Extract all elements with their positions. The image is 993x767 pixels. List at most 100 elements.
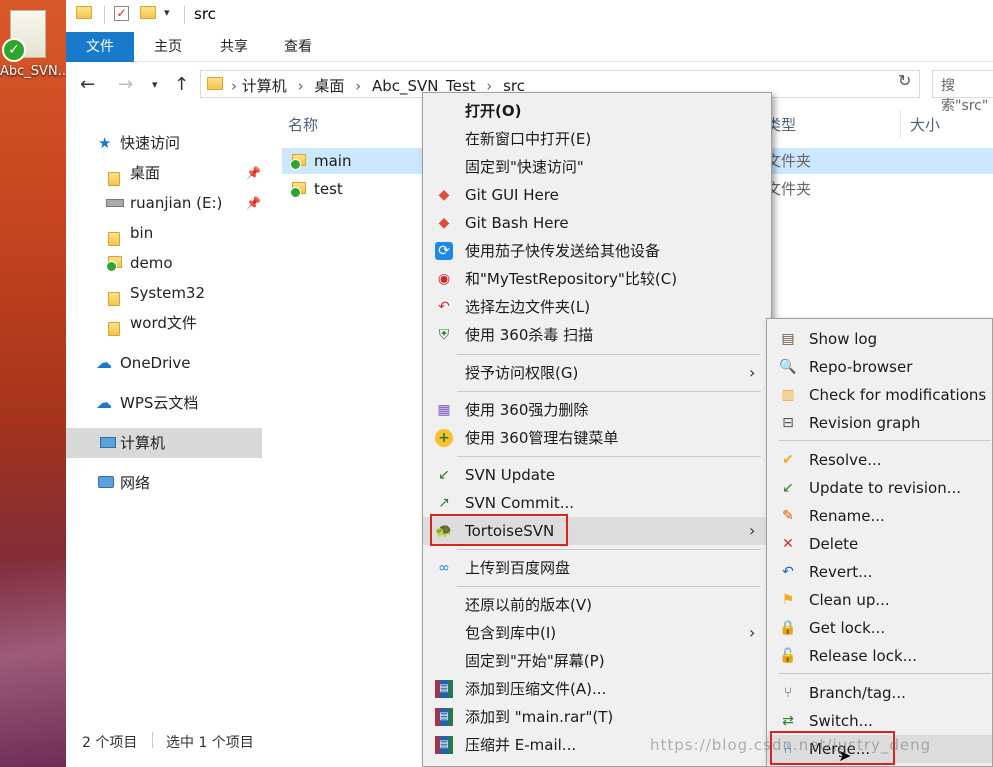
window-title: src: [194, 5, 216, 23]
up-arrow-icon[interactable]: ↑: [174, 74, 189, 95]
submenu-item-cleanup[interactable]: ⚑ Clean up...: [767, 586, 992, 614]
submenu-item-show-log[interactable]: ▤ Show log: [767, 325, 992, 353]
nav-item-bin[interactable]: bin: [66, 218, 262, 248]
column-header-name[interactable]: 名称: [288, 114, 318, 135]
menu-item-pin-start[interactable]: 固定到"开始"屏幕(P): [423, 647, 771, 675]
forward-arrow-icon[interactable]: →: [118, 74, 133, 95]
folder-icon: [76, 6, 94, 22]
back-arrow-icon[interactable]: ←: [80, 74, 95, 95]
item-count: 2 个项目: [82, 735, 138, 751]
selected-count: 选中 1 个项目: [166, 735, 254, 751]
context-menu: 打开(O) 在新窗口中打开(E) 固定到"快速访问" ◆ Git GUI Here…: [422, 92, 772, 767]
new-folder-icon[interactable]: [140, 6, 158, 22]
menu-separator: [457, 549, 761, 550]
menu-item-open[interactable]: 打开(O): [423, 97, 771, 125]
menu-item-qiezi-send[interactable]: ⟳ 使用茄子快传发送给其他设备: [423, 237, 771, 265]
desktop-background: ✓ Abc_SVN...: [0, 0, 66, 767]
menu-separator: [457, 391, 761, 392]
nav-item-desktop[interactable]: 桌面 📌: [66, 158, 262, 188]
properties-icon[interactable]: ✓: [114, 6, 129, 21]
delete-x-icon: ✕: [782, 536, 794, 552]
submenu-item-repo-browser[interactable]: 🔍 Repo-browser: [767, 353, 992, 381]
divider: [184, 6, 185, 24]
file-name: main: [314, 152, 352, 170]
drive-icon: [106, 199, 124, 207]
folder-icon: [108, 316, 124, 336]
menu-item-pin-quick-access[interactable]: 固定到"快速访问": [423, 153, 771, 181]
svn-commit-icon: ↗: [438, 495, 450, 511]
breadcrumb-desktop[interactable]: 桌面: [314, 77, 344, 95]
network-icon: [98, 476, 114, 488]
breadcrumb-computer[interactable]: 计算机: [242, 77, 287, 95]
column-header-size[interactable]: 大小: [910, 114, 940, 135]
nav-item-onedrive[interactable]: ☁ OneDrive: [66, 348, 262, 378]
menu-item-360-scan[interactable]: ⛨ 使用 360杀毒 扫描: [423, 321, 771, 349]
chevron-down-icon[interactable]: ▾: [164, 6, 182, 22]
recent-chevron-icon[interactable]: ▾: [152, 78, 158, 91]
desktop-icon-label: Abc_SVN...: [0, 64, 66, 79]
tab-share[interactable]: 共享: [212, 32, 256, 62]
submenu-item-resolve[interactable]: ✔ Resolve...: [767, 446, 992, 474]
menu-item-compare[interactable]: ◉ 和"MyTestRepository"比较(C): [423, 265, 771, 293]
cloud-icon: ☁: [96, 353, 112, 372]
submenu-item-rename[interactable]: ✎ Rename...: [767, 502, 992, 530]
menu-item-grant-access[interactable]: 授予访问权限(G) ›: [423, 359, 771, 387]
nav-item-demo[interactable]: demo: [66, 248, 262, 278]
menu-item-baidu-upload[interactable]: ∞ 上传到百度网盘: [423, 554, 771, 582]
menu-item-open-new-window[interactable]: 在新窗口中打开(E): [423, 125, 771, 153]
menu-item-include-library[interactable]: 包含到库中(I) ›: [423, 619, 771, 647]
submenu-item-update-revision[interactable]: ↙ Update to revision...: [767, 474, 992, 502]
desktop-svn-folder-icon[interactable]: ✓: [2, 4, 50, 62]
submenu-item-check-modifications[interactable]: ▥ Check for modifications: [767, 381, 992, 409]
submenu-item-release-lock[interactable]: 🔓 Release lock...: [767, 642, 992, 670]
pin-icon[interactable]: 📌: [246, 188, 261, 218]
menu-item-svn-commit[interactable]: ↗ SVN Commit...: [423, 489, 771, 517]
submenu-item-get-lock[interactable]: 🔒 Get lock...: [767, 614, 992, 642]
nav-item-quick-access[interactable]: ★ 快速访问: [66, 128, 262, 158]
divider: [152, 732, 153, 748]
submenu-item-delete[interactable]: ✕ Delete: [767, 530, 992, 558]
menu-item-select-left[interactable]: ↶ 选择左边文件夹(L): [423, 293, 771, 321]
menu-item-git-gui[interactable]: ◆ Git GUI Here: [423, 181, 771, 209]
menu-separator: [779, 673, 991, 674]
ribbon-tabs: 文件 主页 共享 查看: [66, 32, 993, 62]
folder-icon: [108, 286, 124, 306]
pin-icon[interactable]: 📌: [246, 158, 261, 188]
title-bar: ✓ ▾ src: [66, 0, 993, 32]
search-input[interactable]: 搜索"src": [932, 70, 993, 114]
baidu-cloud-icon: ∞: [438, 560, 450, 576]
chevron-right-icon: ›: [749, 363, 756, 382]
undo-icon: ↶: [438, 299, 450, 315]
menu-item-add-archive[interactable]: ▤ 添加到压缩文件(A)...: [423, 675, 771, 703]
submenu-item-revert[interactable]: ↶ Revert...: [767, 558, 992, 586]
nav-item-word[interactable]: word文件: [66, 308, 262, 338]
tab-view[interactable]: 查看: [276, 32, 320, 62]
cloud-outline-icon: ☁: [96, 393, 112, 412]
refresh-icon[interactable]: ↻: [898, 71, 911, 90]
nav-item-computer[interactable]: 计算机: [66, 428, 262, 458]
git-diamond-icon: ◆: [438, 187, 450, 203]
magnifier-icon: 🔍: [779, 359, 797, 375]
svn-update-icon: ↙: [438, 467, 450, 483]
submenu-item-revision-graph[interactable]: ⊟ Revision graph: [767, 409, 992, 437]
tab-file[interactable]: 文件: [66, 32, 134, 62]
svn-folder-icon: [106, 256, 124, 272]
highlight-box-tortoisesvn: [430, 514, 568, 546]
computer-icon: [100, 437, 116, 448]
winrar-icon: ▤: [435, 708, 453, 726]
menu-item-restore-versions[interactable]: 还原以前的版本(V): [423, 591, 771, 619]
menu-item-360-manage[interactable]: + 使用 360管理右键菜单: [423, 424, 771, 452]
nav-item-wps-cloud[interactable]: ☁ WPS云文档: [66, 388, 262, 418]
menu-item-svn-update[interactable]: ↙ SVN Update: [423, 461, 771, 489]
menu-item-git-bash[interactable]: ◆ Git Bash Here: [423, 209, 771, 237]
nav-item-system32[interactable]: System32: [66, 278, 262, 308]
submenu-item-branch-tag[interactable]: ⑂ Branch/tag...: [767, 679, 992, 707]
menu-item-360-delete[interactable]: ▦ 使用 360强力删除: [423, 396, 771, 424]
winrar-icon: ▤: [435, 736, 453, 754]
menu-item-add-main-rar[interactable]: ▤ 添加到 "main.rar"(T): [423, 703, 771, 731]
tab-home[interactable]: 主页: [146, 32, 190, 62]
nav-item-network[interactable]: 网络: [66, 468, 262, 498]
cleanup-brush-icon: ⚑: [781, 592, 795, 608]
switch-icon: ⇄: [782, 713, 794, 729]
nav-item-ruanjian[interactable]: ruanjian (E:) 📌: [66, 188, 262, 218]
